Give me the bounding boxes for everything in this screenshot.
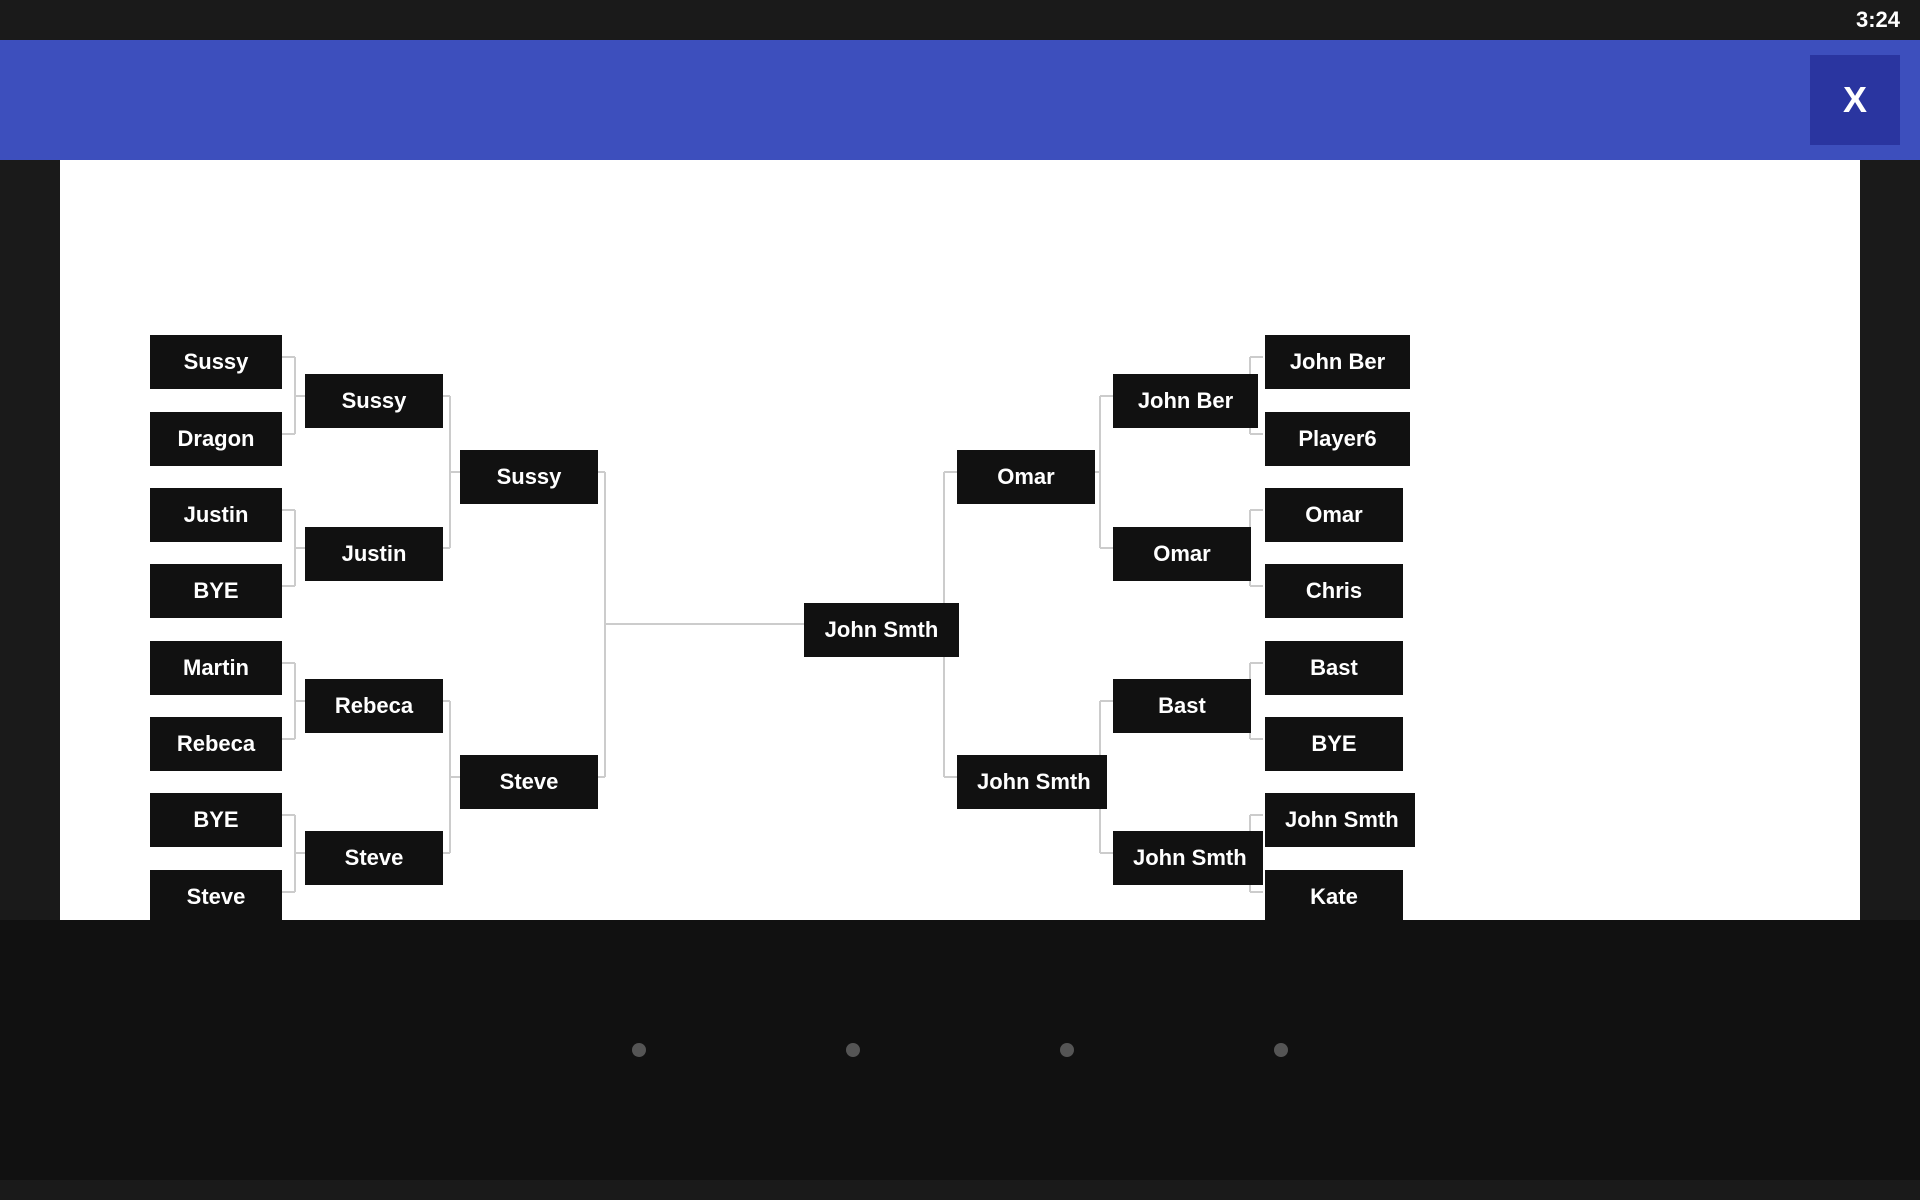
status-bar: 3:24 [0, 0, 1920, 40]
player-sussy2: Sussy [305, 374, 443, 428]
nav-dot-4 [1274, 1043, 1288, 1057]
player-center-johnsmth: John Smth [804, 603, 959, 657]
player-steve2: Steve [305, 831, 443, 885]
player-omar1: Omar [1265, 488, 1403, 542]
player-steve1: Steve [150, 870, 282, 924]
player-sussy1: Sussy [150, 335, 282, 389]
player-rebeca1: Rebeca [150, 717, 282, 771]
player-bast2: Bast [1113, 679, 1251, 733]
player-kate: Kate [1265, 870, 1403, 924]
nav-dot-1 [632, 1043, 646, 1057]
player-dragon: Dragon [150, 412, 282, 466]
player-justin1: Justin [150, 488, 282, 542]
player-steve3: Steve [460, 755, 598, 809]
bracket-container: Sussy Dragon Justin BYE Martin Rebeca BY… [60, 160, 1860, 920]
player-martin: Martin [150, 641, 282, 695]
tournament-bracket: Sussy Dragon Justin BYE Martin Rebeca BY… [80, 180, 1840, 900]
nav-dot-2 [846, 1043, 860, 1057]
player-bye1: BYE [150, 564, 282, 618]
player-bast1: Bast [1265, 641, 1403, 695]
nav-dot-3 [1060, 1043, 1074, 1057]
player-justin2: Justin [305, 527, 443, 581]
player-johnsmth3: John Smth [957, 755, 1107, 809]
player-omar2: Omar [1113, 527, 1251, 581]
header: X [0, 40, 1920, 160]
player-omar3: Omar [957, 450, 1095, 504]
player-johnber2: John Ber [1113, 374, 1258, 428]
close-button[interactable]: X [1810, 55, 1900, 145]
status-time: 3:24 [1856, 7, 1900, 33]
player-player6: Player6 [1265, 412, 1410, 466]
bottom-navigation [0, 920, 1920, 1180]
player-rebeca2: Rebeca [305, 679, 443, 733]
player-sussy3: Sussy [460, 450, 598, 504]
player-johnsmth2: John Smth [1113, 831, 1263, 885]
player-chris: Chris [1265, 564, 1403, 618]
player-johnber1: John Ber [1265, 335, 1410, 389]
player-bye3: BYE [1265, 717, 1403, 771]
player-bye2: BYE [150, 793, 282, 847]
player-johnsmth1: John Smth [1265, 793, 1415, 847]
